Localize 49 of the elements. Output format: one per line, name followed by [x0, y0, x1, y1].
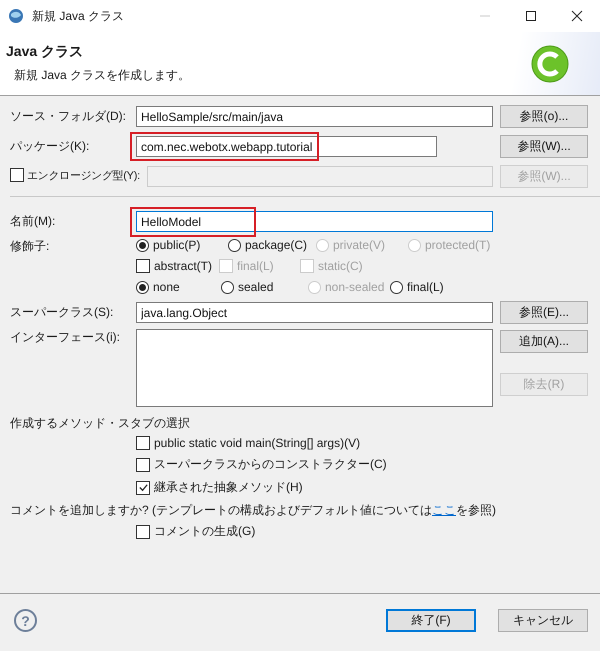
globe-icon [8, 8, 24, 24]
radio-option[interactable]: none [136, 280, 221, 294]
radio-option[interactable]: package(C) [228, 238, 316, 252]
checkbox[interactable] [136, 524, 150, 538]
field-label: 名前(M): [10, 213, 56, 230]
checkbox[interactable] [136, 480, 150, 494]
page-description: 新規 Java クラスを作成します。 [13, 67, 192, 84]
page-title: Java クラス [6, 43, 84, 61]
source-folder-field[interactable]: HelloSample/src/main/java [136, 106, 493, 127]
help-icon[interactable]: ? [14, 609, 37, 632]
field-label: インターフェース(i): [10, 329, 121, 346]
class-icon [530, 44, 570, 84]
field-label: パッケージ(K): [10, 138, 90, 155]
checkbox[interactable] [136, 436, 150, 450]
radio-button[interactable] [221, 280, 234, 294]
checkbox-option[interactable]: コメントの生成(G) [136, 523, 256, 540]
name-field[interactable]: HelloModel [136, 211, 493, 232]
checkbox-option[interactable]: public static void main(String[] args)(V) [136, 436, 360, 450]
check-icon [138, 482, 148, 493]
field-label: スーパークラス(S): [10, 304, 114, 321]
field-label: ソース・フォルダ(D): [10, 108, 127, 125]
field-label: 修飾子: [10, 238, 50, 255]
checkbox[interactable] [136, 458, 150, 472]
browse-button[interactable]: 参照(W)... [500, 135, 588, 158]
radio-button[interactable] [136, 238, 149, 252]
list-button[interactable]: 追加(A)... [500, 330, 588, 353]
window-title: 新規 Java クラス [32, 8, 124, 24]
radio-option[interactable]: sealed [221, 280, 308, 294]
browse-button[interactable]: 参照(o)... [500, 105, 588, 128]
radio-button[interactable] [390, 280, 403, 294]
radio-option[interactable]: public(P) [136, 238, 228, 252]
maximize-icon [525, 10, 537, 22]
dialog-button[interactable]: 終了(F) [386, 609, 476, 632]
package-field[interactable]: com.nec.webotx.webapp.tutorial [136, 136, 437, 157]
checkbox[interactable] [136, 259, 150, 273]
radio-button[interactable] [136, 280, 149, 294]
checkbox-option[interactable]: スーパークラスからのコンストラクター(C) [136, 456, 387, 473]
comment-prompt: コメントを追加しますか? (テンプレートの構成およびデフォルト値については ここ を参照) [10, 502, 498, 519]
link[interactable]: ここ [432, 503, 456, 517]
section-label: 作成するメソッド・スタブの選択 [10, 415, 191, 432]
interfaces-list[interactable] [136, 329, 493, 407]
radio-button[interactable] [228, 238, 241, 252]
checkbox-option[interactable]: 継承された抽象メソッド(H) [136, 479, 303, 496]
close-icon [571, 10, 583, 22]
dialog-button[interactable]: キャンセル [498, 609, 588, 632]
browse-button[interactable]: 参照(E)... [500, 301, 588, 324]
checkbox-option[interactable]: abstract(T) [136, 259, 219, 273]
radio-option[interactable]: final(L) [390, 280, 490, 294]
superclass-field[interactable]: java.lang.Object [136, 302, 493, 323]
